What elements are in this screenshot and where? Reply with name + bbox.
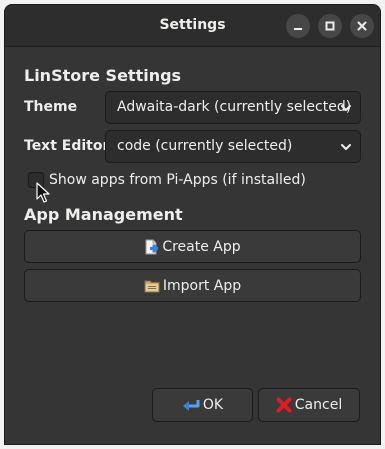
- maximize-icon: [325, 21, 335, 31]
- app-management-heading: App Management: [24, 205, 183, 224]
- theme-dropdown[interactable]: Adwaita-dark (currently selected): [105, 91, 361, 124]
- theme-selected-value: Adwaita-dark (currently selected): [117, 99, 352, 115]
- titlebar[interactable]: Settings: [5, 5, 380, 47]
- theme-label: Theme: [24, 99, 78, 115]
- create-app-button[interactable]: Create App: [24, 230, 361, 263]
- close-button[interactable]: [350, 14, 374, 38]
- import-app-button[interactable]: Import App: [24, 269, 361, 302]
- pi-apps-checkbox[interactable]: [28, 172, 44, 188]
- pi-apps-checkbox-label[interactable]: Show apps from Pi-Apps (if installed): [49, 171, 306, 189]
- cancel-button[interactable]: Cancel: [258, 388, 360, 422]
- create-app-label: Create App: [162, 238, 241, 255]
- text-editor-label: Text Editor: [24, 138, 110, 154]
- chevron-down-icon: [341, 144, 351, 150]
- ok-label: OK: [202, 397, 224, 413]
- folder-icon: [144, 279, 160, 293]
- ok-button[interactable]: OK: [152, 388, 253, 422]
- close-icon: [357, 21, 367, 31]
- minimize-icon: [294, 28, 302, 30]
- back-arrow-icon: [182, 398, 200, 412]
- maximize-button[interactable]: [318, 14, 342, 38]
- text-editor-selected-value: code (currently selected): [117, 138, 293, 154]
- settings-window: Settings LinStore Settings Theme Adwaita…: [4, 4, 381, 445]
- text-editor-dropdown[interactable]: code (currently selected): [105, 130, 361, 163]
- import-app-label: Import App: [162, 277, 242, 294]
- linstore-settings-heading: LinStore Settings: [24, 66, 182, 85]
- minimize-button[interactable]: [286, 14, 310, 38]
- chevron-down-icon: [341, 105, 351, 111]
- red-x-icon: [276, 397, 292, 413]
- cancel-label: Cancel: [294, 397, 343, 413]
- new-document-icon: [144, 239, 159, 255]
